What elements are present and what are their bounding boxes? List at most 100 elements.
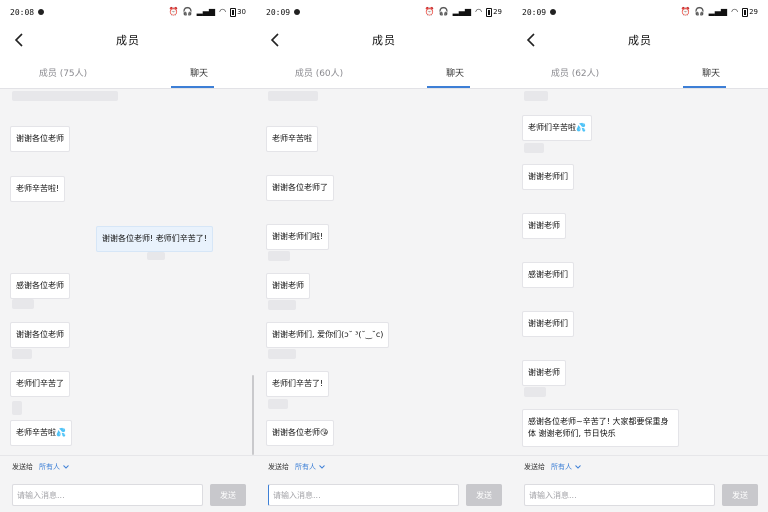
battery-level: 29 bbox=[493, 8, 502, 16]
blurred-avatar bbox=[12, 349, 32, 359]
chat-message: 谢谢各位老师 bbox=[10, 322, 70, 348]
battery-icon: 29 bbox=[742, 7, 758, 17]
blurred-avatar bbox=[268, 300, 296, 310]
send-to-label: 发送给 bbox=[524, 463, 545, 471]
chat-message: 谢谢各位老师了 bbox=[266, 175, 334, 201]
active-tab-indicator bbox=[427, 86, 470, 88]
send-to-selector[interactable]: 发送给 所有人 bbox=[524, 462, 581, 472]
composer: 发送给 所有人 请输入消息... 发送 bbox=[0, 455, 256, 512]
tab-bar: 成员 (75人) 聊天 bbox=[0, 56, 256, 89]
signal-icon: ▂▄▆ bbox=[452, 7, 472, 16]
chat-list[interactable]: 老师辛苦啦 谢谢各位老师了 谢谢老师们啦! 谢谢老师 谢谢老师们, 爱你们(ɔ˘… bbox=[256, 89, 512, 455]
chat-message: 老师辛苦啦 bbox=[266, 126, 318, 152]
headset-icon: 🎧 bbox=[694, 7, 705, 16]
chat-message: 感谢各位老师 bbox=[10, 273, 70, 299]
blurred-avatar bbox=[268, 349, 296, 359]
alarm-icon: ⏰ bbox=[424, 7, 435, 16]
send-to-label: 发送给 bbox=[12, 463, 33, 471]
tab-members[interactable]: 成员 (75人) bbox=[10, 56, 116, 88]
phone-screen-1: 20:08 ⏰ 🎧 ▂▄▆ ◠ 30 成员 成员 (75人) 聊天 谢谢各位老师… bbox=[0, 0, 256, 512]
status-time: 20:08 bbox=[10, 7, 35, 17]
chat-message: 老师们辛苦啦💦 bbox=[522, 115, 592, 141]
chevron-down-icon bbox=[63, 465, 69, 469]
battery-level: 30 bbox=[237, 8, 246, 16]
send-to-value: 所有人 bbox=[39, 463, 60, 471]
page-title: 成员 bbox=[372, 34, 396, 47]
send-button[interactable]: 发送 bbox=[722, 484, 758, 506]
status-bar: 20:09 ⏰ 🎧 ▂▄▆ ◠ 29 bbox=[512, 0, 768, 24]
active-tab-indicator bbox=[683, 86, 726, 88]
chat-message: 谢谢老师 bbox=[266, 273, 310, 299]
chat-message: 谢谢老师 bbox=[522, 213, 566, 239]
chat-message: 谢谢老师们 bbox=[522, 311, 574, 337]
blurred-avatar bbox=[12, 401, 22, 415]
scrollbar[interactable] bbox=[252, 375, 254, 455]
status-bar: 20:09 ⏰ 🎧 ▂▄▆ ◠ 29 bbox=[256, 0, 512, 24]
send-to-selector[interactable]: 发送给 所有人 bbox=[268, 462, 325, 472]
battery-level: 29 bbox=[749, 8, 758, 16]
notification-icon bbox=[38, 9, 45, 15]
phone-screen-3: 20:09 ⏰ 🎧 ▂▄▆ ◠ 29 成员 成员 (62人) 聊天 老师们辛苦啦… bbox=[512, 0, 768, 512]
chat-list[interactable]: 谢谢各位老师 老师辛苦啦! 谢谢各位老师! 老师们辛苦了! 感谢各位老师 谢谢各… bbox=[0, 89, 256, 455]
chat-message: 感谢老师们 bbox=[522, 262, 574, 288]
tab-chat[interactable]: 聊天 bbox=[668, 56, 754, 88]
send-button[interactable]: 发送 bbox=[210, 484, 246, 506]
back-arrow-icon[interactable] bbox=[268, 32, 284, 48]
send-to-label: 发送给 bbox=[268, 463, 289, 471]
nav-bar: 成员 bbox=[0, 24, 256, 56]
chat-message-self: 谢谢各位老师! 老师们辛苦了! bbox=[96, 226, 213, 252]
tab-members[interactable]: 成员 (60人) bbox=[266, 56, 372, 88]
composer: 发送给 所有人 请输入消息... 发送 bbox=[256, 455, 512, 512]
blurred-avatar bbox=[524, 91, 548, 101]
phone-screen-2: 20:09 ⏰ 🎧 ▂▄▆ ◠ 29 成员 成员 (60人) 聊天 老师辛苦啦 … bbox=[256, 0, 512, 512]
chat-message: 感谢各位老师~辛苦了! 大家都要保重身体 谢谢老师们, 节日快乐 bbox=[522, 409, 679, 447]
chat-message: 谢谢老师们 bbox=[522, 164, 574, 190]
chat-message: 谢谢老师们, 爱你们(ɔ˘ ³(˘‿˘c) bbox=[266, 322, 390, 348]
status-time: 20:09 bbox=[266, 7, 291, 17]
alarm-icon: ⏰ bbox=[680, 7, 691, 16]
signal-icon: ▂▄▆ bbox=[708, 7, 728, 16]
blurred-avatar bbox=[147, 252, 165, 260]
wifi-icon: ◠ bbox=[731, 7, 739, 16]
chevron-down-icon bbox=[319, 465, 325, 469]
screenshot-collage: 20:08 ⏰ 🎧 ▂▄▆ ◠ 30 成员 成员 (75人) 聊天 谢谢各位老师… bbox=[0, 0, 768, 512]
tab-chat[interactable]: 聊天 bbox=[412, 56, 498, 88]
headset-icon: 🎧 bbox=[182, 7, 193, 16]
nav-bar: 成员 bbox=[512, 24, 768, 56]
message-input[interactable]: 请输入消息... bbox=[268, 484, 459, 506]
back-arrow-icon[interactable] bbox=[524, 32, 540, 48]
chat-message: 老师辛苦啦! bbox=[10, 176, 66, 202]
chevron-down-icon bbox=[575, 465, 581, 469]
wifi-icon: ◠ bbox=[219, 7, 227, 16]
tab-bar: 成员 (62人) 聊天 bbox=[512, 56, 768, 89]
notification-icon bbox=[294, 9, 301, 15]
active-tab-indicator bbox=[171, 86, 214, 88]
headset-icon: 🎧 bbox=[438, 7, 449, 16]
status-time: 20:09 bbox=[522, 7, 547, 17]
page-title: 成员 bbox=[628, 34, 652, 47]
chat-message: 谢谢老师 bbox=[522, 360, 566, 386]
notification-icon bbox=[550, 9, 557, 15]
message-input[interactable]: 请输入消息... bbox=[524, 484, 715, 506]
signal-icon: ▂▄▆ bbox=[196, 7, 216, 16]
blurred-avatar bbox=[12, 299, 34, 309]
composer: 发送给 所有人 请输入消息... 发送 bbox=[512, 455, 768, 512]
chat-message: 谢谢各位老师 bbox=[10, 126, 70, 152]
page-title: 成员 bbox=[116, 34, 140, 47]
chat-list[interactable]: 老师们辛苦啦💦 谢谢老师们 谢谢老师 感谢老师们 谢谢老师们 谢谢老师 感谢各位… bbox=[512, 89, 768, 455]
send-to-value: 所有人 bbox=[295, 463, 316, 471]
blurred-avatar bbox=[524, 143, 544, 153]
tab-chat[interactable]: 聊天 bbox=[156, 56, 242, 88]
nav-bar: 成员 bbox=[256, 24, 512, 56]
chat-message: 老师们辛苦了! bbox=[266, 371, 330, 397]
chat-message: 谢谢老师们啦! bbox=[266, 224, 330, 250]
tab-members[interactable]: 成员 (62人) bbox=[522, 56, 628, 88]
chat-message: 谢谢各位老师😘 bbox=[266, 420, 335, 446]
partial-message bbox=[268, 91, 318, 101]
blurred-avatar bbox=[524, 387, 546, 397]
send-to-selector[interactable]: 发送给 所有人 bbox=[12, 462, 69, 472]
back-arrow-icon[interactable] bbox=[12, 32, 28, 48]
message-input[interactable]: 请输入消息... bbox=[12, 484, 203, 506]
send-button[interactable]: 发送 bbox=[466, 484, 502, 506]
wifi-icon: ◠ bbox=[475, 7, 483, 16]
